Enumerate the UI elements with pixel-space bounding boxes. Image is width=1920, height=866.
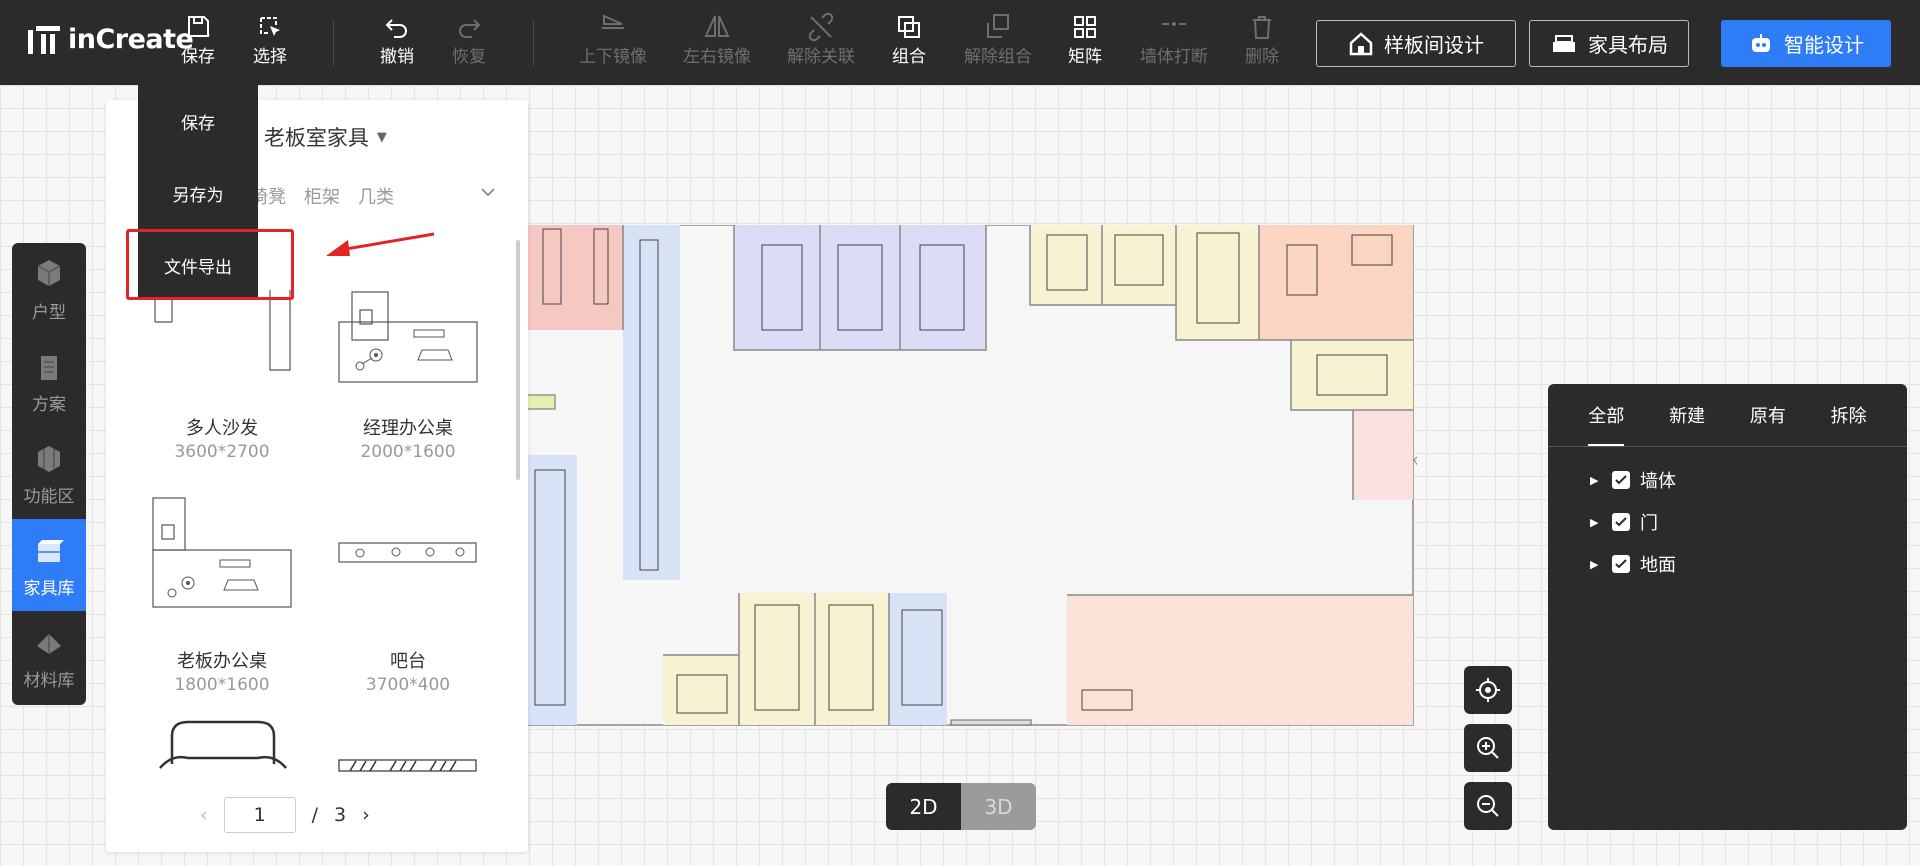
select-button[interactable]: 选择: [230, 12, 310, 68]
save-button[interactable]: 保存: [158, 12, 238, 68]
page-input[interactable]: 1: [223, 797, 296, 833]
trash-icon: [1222, 12, 1302, 46]
delete-button[interactable]: 删除: [1222, 12, 1302, 68]
floor-plan[interactable]: [527, 225, 1417, 731]
unlink-button[interactable]: 解除关联: [781, 12, 861, 68]
top-toolbar: inCreate 保存 选择 撤销 恢复 上下镜像 左右镜像 解除关联 组合 解…: [0, 0, 1920, 85]
undo-icon: [357, 12, 437, 46]
array-icon: [1045, 12, 1125, 46]
bench-thumbnail[interactable]: [338, 758, 478, 772]
tab-all[interactable]: 全部: [1566, 384, 1647, 446]
cabinet-icon: [38, 539, 64, 562]
select-icon: [230, 12, 310, 46]
page-separator: /: [311, 804, 319, 826]
locate-button[interactable]: [1464, 666, 1512, 714]
ungroup-button[interactable]: 解除组合: [958, 12, 1038, 68]
item-size: 3700*400: [365, 675, 451, 695]
nav-item-function-zone[interactable]: 功能区: [12, 427, 86, 519]
item-size: 3600*2700: [174, 442, 270, 462]
nav-item-floorplan[interactable]: 户型: [12, 243, 86, 335]
manager-desk-thumbnail[interactable]: [338, 270, 478, 385]
checkbox-checked-icon[interactable]: [1612, 513, 1630, 531]
wall-break-button[interactable]: 墙体打断: [1134, 12, 1214, 68]
filter-tables[interactable]: 几类: [358, 183, 394, 209]
sofa-thumbnail[interactable]: [150, 290, 295, 375]
zoom-out-button[interactable]: [1464, 782, 1512, 830]
bar-counter-thumbnail[interactable]: [338, 540, 478, 565]
expand-icon[interactable]: ▶: [1590, 474, 1602, 487]
prev-page-icon[interactable]: ‹: [200, 804, 208, 826]
sofa-icon: [1553, 34, 1575, 52]
view-3d-button[interactable]: 3D: [961, 783, 1036, 830]
smart-design-button[interactable]: 智能设计: [1721, 20, 1891, 67]
array-button[interactable]: 矩阵: [1045, 12, 1125, 68]
plan-icon: [41, 355, 57, 380]
menu-item-save-as[interactable]: 另存为: [138, 157, 258, 229]
nav-item-material-library[interactable]: 材料库: [12, 611, 86, 703]
chevron-down-icon[interactable]: [480, 186, 496, 198]
unlink-icon: [781, 12, 861, 46]
save-icon: [158, 12, 238, 46]
redo-button[interactable]: 恢复: [429, 12, 509, 68]
material-icon: [37, 633, 61, 654]
red-arrow-annotation: [326, 232, 435, 256]
left-nav: 户型 方案 功能区 家具库 材料库: [12, 243, 86, 705]
floorplan-icon: [37, 259, 61, 286]
tab-original[interactable]: 原有: [1728, 384, 1809, 446]
expand-icon[interactable]: ▶: [1590, 516, 1602, 529]
item-size: 2000*1600: [360, 442, 456, 462]
nav-item-furniture-library[interactable]: 家具库: [12, 519, 86, 611]
library-scrollbar[interactable]: [516, 240, 520, 480]
layers-panel: 全部 新建 原有 拆除 ▶ 墙体 ▶ 门 ▶ 地面: [1548, 384, 1907, 830]
checkbox-checked-icon[interactable]: [1612, 471, 1630, 489]
caret-down-icon: ▼: [376, 129, 387, 145]
undo-button[interactable]: 撤销: [357, 12, 437, 68]
sofa-chair-thumbnail[interactable]: [158, 718, 288, 770]
boss-desk-thumbnail[interactable]: [150, 495, 295, 610]
redo-icon: [429, 12, 509, 46]
view-mode-toggle: 2D 3D: [886, 783, 1036, 830]
mirror-vertical-button[interactable]: 上下镜像: [573, 12, 653, 68]
mirror-vertical-icon: [573, 12, 653, 46]
item-name: 吧台: [390, 651, 426, 672]
category-dropdown[interactable]: ☰ 老板室家具 ▼: [237, 122, 387, 152]
layer-row-floor[interactable]: ▶ 地面: [1548, 543, 1907, 585]
house-icon: [1349, 31, 1373, 55]
ungroup-icon: [958, 12, 1038, 46]
furniture-layout-button[interactable]: 家具布局: [1529, 20, 1689, 67]
room-design-button[interactable]: 样板间设计: [1316, 20, 1516, 67]
tab-demolish[interactable]: 拆除: [1808, 384, 1889, 446]
export-highlight-box: [126, 229, 294, 300]
pagination: ‹ 1 / 3 ›: [200, 797, 370, 833]
group-button[interactable]: 组合: [869, 12, 949, 68]
tab-new[interactable]: 新建: [1647, 384, 1728, 446]
mirror-horizontal-icon: [677, 12, 757, 46]
layer-tabs: 全部 新建 原有 拆除: [1548, 384, 1907, 447]
function-zone-icon: [38, 445, 60, 472]
item-name: 经理办公桌: [363, 418, 453, 439]
crosshair-icon: [1476, 678, 1500, 702]
page-total: 3: [334, 804, 347, 826]
menu-item-save[interactable]: 保存: [138, 85, 258, 157]
filter-cabinets[interactable]: 柜架: [304, 183, 340, 209]
expand-icon[interactable]: ▶: [1590, 558, 1602, 571]
logo-icon: [28, 25, 60, 54]
item-name: 老板办公桌: [177, 651, 267, 672]
zoom-in-button[interactable]: [1464, 724, 1512, 772]
next-page-icon[interactable]: ›: [362, 804, 370, 826]
checkbox-checked-icon[interactable]: [1612, 555, 1630, 573]
zoom-out-icon: [1477, 795, 1499, 817]
layer-row-walls[interactable]: ▶ 墙体: [1548, 459, 1907, 501]
group-icon: [869, 12, 949, 46]
item-name: 多人沙发: [186, 418, 258, 439]
mirror-horizontal-button[interactable]: 左右镜像: [677, 12, 757, 68]
item-size: 1800*1600: [174, 675, 270, 695]
wall-break-icon: [1134, 12, 1214, 46]
nav-item-plan[interactable]: 方案: [12, 335, 86, 427]
view-2d-button[interactable]: 2D: [886, 783, 961, 830]
zoom-in-icon: [1477, 737, 1499, 759]
robot-icon: [1752, 33, 1770, 52]
layer-row-doors[interactable]: ▶ 门: [1548, 501, 1907, 543]
category-filters: 椅凳 柜架 几类: [250, 183, 394, 209]
